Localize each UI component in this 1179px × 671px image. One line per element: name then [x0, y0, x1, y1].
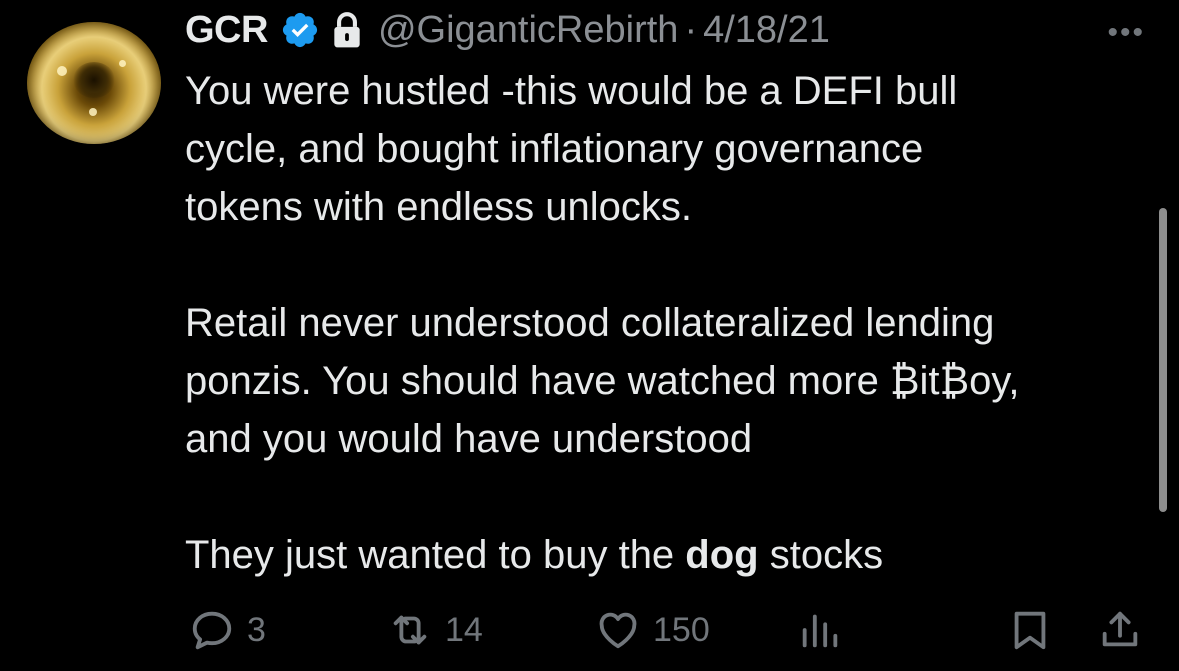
- bold-word: dog: [685, 533, 759, 577]
- share-button[interactable]: [1097, 600, 1143, 660]
- more-options-icon[interactable]: •••: [1107, 16, 1145, 50]
- like-button[interactable]: 150: [595, 600, 710, 660]
- tweet-line: They just wanted to buy the dog stocks: [185, 526, 1145, 584]
- tweet-actions: 3 14 150: [185, 600, 1145, 660]
- views-button[interactable]: [797, 600, 843, 660]
- author-handle[interactable]: @GiganticRebirth: [378, 9, 678, 52]
- heart-icon: [599, 612, 637, 649]
- reply-button[interactable]: 3: [189, 600, 266, 660]
- lock-icon: [334, 12, 360, 48]
- tweet-line: You were hustled -this would be a DEFI b…: [185, 69, 958, 113]
- avatar-sparkle: [57, 66, 67, 76]
- retweet-icon: [393, 615, 427, 645]
- reply-count: 3: [247, 610, 266, 649]
- tweet-text-segment: stocks: [758, 533, 884, 577]
- like-count: 150: [653, 610, 710, 649]
- avatar-center: [73, 62, 115, 98]
- tweet-text: You were hustled -this would be a DEFI b…: [185, 62, 1145, 584]
- tweet-header: GCR @GiganticRebirth · 4/18/21: [185, 4, 830, 56]
- reply-icon: [192, 611, 232, 650]
- tweet-text-segment: They just wanted to buy the: [185, 533, 686, 577]
- bookmark-button[interactable]: [1007, 600, 1053, 660]
- avatar-sparkle: [89, 108, 97, 116]
- share-icon: [1102, 611, 1138, 647]
- tweet-line: cycle, and bought inflationary governanc…: [185, 127, 924, 171]
- tweet-line: Retail never understood collateralized l…: [185, 301, 995, 345]
- tweet-date[interactable]: 4/18/21: [703, 9, 830, 52]
- verified-badge-icon: [282, 12, 318, 48]
- avatar-sparkle: [119, 60, 126, 67]
- separator-dot: ·: [684, 8, 698, 51]
- retweet-count: 14: [445, 610, 483, 649]
- tweet-line: and you would have understood: [185, 417, 753, 461]
- tweet-line: tokens with endless unlocks.: [185, 185, 692, 229]
- scrollbar[interactable]: [1159, 208, 1167, 512]
- views-icon: [802, 614, 838, 648]
- tweet-line: ponzis. You should have watched more ₿it…: [185, 359, 1020, 403]
- author-name[interactable]: GCR: [185, 9, 268, 52]
- retweet-button[interactable]: 14: [387, 600, 483, 660]
- avatar[interactable]: [27, 22, 161, 144]
- bookmark-icon: [1014, 611, 1046, 650]
